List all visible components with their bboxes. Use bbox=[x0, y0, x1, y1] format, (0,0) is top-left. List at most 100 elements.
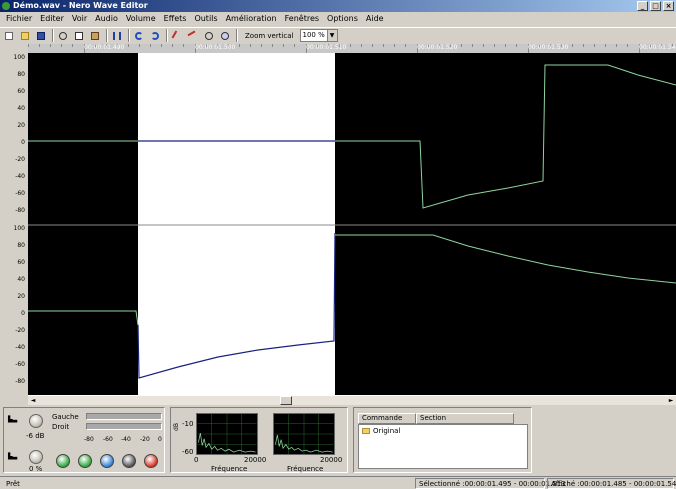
history-item[interactable]: Original bbox=[362, 427, 400, 435]
amplitude-label: 40 bbox=[17, 276, 25, 283]
zoom-vertical-label: Zoom vertical bbox=[245, 31, 294, 40]
ruler-tick bbox=[272, 44, 274, 47]
paste-icon[interactable] bbox=[89, 30, 101, 42]
ruler-tick bbox=[139, 44, 140, 47]
amplitude-label: -40 bbox=[15, 344, 25, 351]
frequency-label: Fréquence bbox=[287, 465, 324, 473]
freq-tick-label: 20000 bbox=[244, 456, 267, 464]
chevron-down-icon[interactable]: ▼ bbox=[326, 30, 337, 41]
ruler-tick bbox=[294, 44, 296, 47]
ruler-tick bbox=[516, 44, 518, 47]
menu-aide[interactable]: Aide bbox=[362, 12, 388, 26]
amplitude-label: 60 bbox=[17, 88, 25, 95]
toolbar: Zoom vertical 100 % ▼ bbox=[0, 27, 676, 43]
amplitude-label: 20 bbox=[17, 293, 25, 300]
ruler-tick bbox=[394, 44, 396, 47]
menu-audio[interactable]: Audio bbox=[91, 12, 122, 26]
menu-amelioration[interactable]: Amélioration bbox=[222, 12, 281, 26]
right-channel-label: Droit bbox=[52, 423, 70, 431]
pan-knob[interactable] bbox=[29, 450, 43, 464]
menu-outils[interactable]: Outils bbox=[190, 12, 221, 26]
ruler-label: 00:00:01.500 bbox=[195, 44, 236, 51]
amplitude-label: -20 bbox=[15, 327, 25, 334]
status-selection: Sélectionné :00:00:01.495 - 00:00:01.513 bbox=[415, 478, 566, 489]
save-icon[interactable] bbox=[35, 30, 47, 42]
ruler-tick bbox=[571, 44, 573, 47]
left-channel-label: Gauche bbox=[52, 413, 79, 421]
record-button[interactable] bbox=[144, 454, 158, 468]
menu-effets[interactable]: Effets bbox=[160, 12, 191, 26]
zoom-icon[interactable] bbox=[203, 30, 215, 42]
toolbar-separator bbox=[106, 29, 108, 42]
ruler-tick bbox=[172, 44, 174, 47]
amplitude-label: 60 bbox=[17, 259, 25, 266]
amplitude-label: -80 bbox=[15, 207, 25, 214]
right-level-meter bbox=[86, 423, 162, 430]
undo-icon[interactable] bbox=[133, 30, 145, 42]
ruler-tick bbox=[50, 44, 52, 47]
ruler-tick bbox=[460, 44, 462, 47]
maximize-button[interactable]: □ bbox=[650, 1, 661, 11]
ruler-tick bbox=[150, 44, 152, 47]
ruler-tick bbox=[383, 44, 385, 47]
new-file-icon[interactable] bbox=[3, 30, 15, 42]
amplitude-label: 100 bbox=[13, 225, 25, 232]
time-ruler[interactable]: 00:00:01.490 00:00:01.500 00:00:01.510 00:0… bbox=[28, 44, 676, 53]
app-window: Démo.wav - Nero Wave Editor _ □ × Fichie… bbox=[0, 0, 676, 489]
history-list[interactable]: Original bbox=[358, 424, 528, 469]
gain-slider-icon: ▙▃ bbox=[8, 416, 18, 423]
zoom-fit-icon[interactable] bbox=[219, 30, 231, 42]
menu-fichier[interactable]: Fichier bbox=[2, 12, 36, 26]
ruler-tick bbox=[261, 44, 263, 47]
scroll-left-icon[interactable]: ◄ bbox=[28, 396, 38, 405]
ruler-tick bbox=[372, 44, 374, 47]
zoom-vertical-select[interactable]: 100 % ▼ bbox=[299, 29, 338, 42]
play-selection-button[interactable] bbox=[78, 454, 92, 468]
spectrum-panel: dB -10 -60 0 20000 20000 Fréquence Fréqu… bbox=[170, 407, 348, 473]
ruler-tick bbox=[72, 44, 74, 47]
folder-icon bbox=[362, 428, 370, 434]
zoom-value: 100 % bbox=[302, 31, 325, 39]
loop-button[interactable] bbox=[100, 454, 114, 468]
menu-volume[interactable]: Volume bbox=[122, 12, 160, 26]
menu-options[interactable]: Options bbox=[323, 12, 362, 26]
close-button[interactable]: × bbox=[663, 1, 674, 11]
menu-editer[interactable]: Editer bbox=[36, 12, 68, 26]
gain-knob[interactable] bbox=[29, 414, 43, 428]
spectrum-right bbox=[273, 413, 335, 455]
column-command[interactable]: Commande bbox=[358, 413, 416, 424]
meter-scale-label: -80 bbox=[84, 436, 94, 443]
menu-voir[interactable]: Voir bbox=[68, 12, 91, 26]
meter-scale-label: -40 bbox=[121, 436, 131, 443]
ruler-tick bbox=[472, 44, 473, 47]
cut-icon[interactable] bbox=[57, 30, 69, 42]
db-axis-label: dB bbox=[172, 423, 180, 431]
fit-width-icon[interactable] bbox=[111, 30, 123, 42]
open-folder-icon[interactable] bbox=[19, 30, 31, 42]
pencil-icon[interactable] bbox=[171, 30, 183, 42]
play-button[interactable] bbox=[56, 454, 70, 468]
amplitude-label: -20 bbox=[15, 156, 25, 163]
toolbar-separator bbox=[166, 29, 168, 42]
tool-icon[interactable] bbox=[187, 30, 199, 42]
minimize-button[interactable]: _ bbox=[637, 1, 648, 11]
scrollbar-thumb[interactable] bbox=[280, 396, 292, 405]
ruler-tick bbox=[405, 44, 407, 47]
pan-slider-icon: ▙▃ bbox=[8, 453, 18, 460]
copy-icon[interactable] bbox=[73, 30, 85, 42]
toolbar-separator bbox=[128, 29, 130, 42]
scroll-right-icon[interactable]: ► bbox=[666, 396, 676, 405]
db-tick-label: -10 bbox=[182, 420, 194, 428]
column-section[interactable]: Section bbox=[416, 413, 514, 424]
freq-tick-label: 20000 bbox=[320, 456, 343, 464]
menu-bar: Fichier Editer Voir Audio Volume Effets … bbox=[0, 12, 676, 26]
meter-scale-label: -60 bbox=[103, 436, 113, 443]
redo-icon[interactable] bbox=[149, 30, 161, 42]
toolbar-separator bbox=[52, 29, 54, 42]
menu-fenetres[interactable]: Fenêtres bbox=[281, 12, 323, 26]
ruler-tick bbox=[28, 44, 29, 47]
ruler-tick bbox=[627, 44, 629, 47]
horizontal-scrollbar[interactable]: ◄ ► bbox=[28, 395, 676, 405]
stop-button[interactable] bbox=[122, 454, 136, 468]
waveform-view[interactable] bbox=[28, 53, 676, 395]
